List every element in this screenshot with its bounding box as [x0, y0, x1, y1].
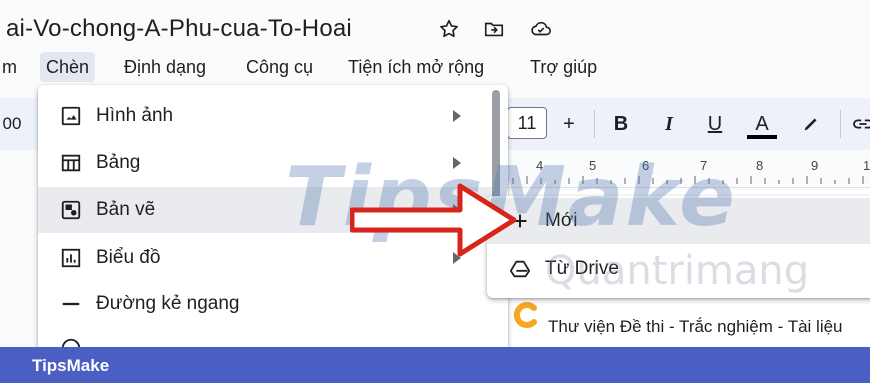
horizontal-line-icon — [62, 302, 80, 306]
footer-banner: TipsMake — [0, 347, 870, 383]
menu-item-label: Bảng — [96, 152, 141, 173]
underline-button[interactable]: U — [702, 109, 728, 139]
menu-item-label: Đường kẻ ngang — [96, 293, 240, 314]
star-icon[interactable] — [438, 18, 460, 40]
google-drive-icon — [509, 260, 531, 278]
menu-item-tools[interactable]: Công cụ — [240, 52, 319, 82]
menu-item-label: Hình ảnh — [96, 105, 174, 126]
google-docs-window: ai-Vo-chong-A-Phu-cua-To-Hoai m Chèn Địn… — [0, 0, 870, 347]
emoji-icon — [61, 338, 81, 347]
text-color-swatch — [747, 135, 777, 139]
menu-item-label: Biểu đồ — [96, 247, 161, 268]
drawing-icon — [61, 200, 81, 220]
chart-icon — [61, 248, 81, 268]
menu-item-format[interactable]: Định dạng — [118, 52, 212, 82]
cloud-status-icon[interactable] — [530, 18, 552, 40]
toolbar-divider — [840, 110, 841, 138]
menu-item-extensions[interactable]: Tiện ích mở rộng — [342, 52, 490, 82]
move-to-folder-icon[interactable] — [483, 18, 505, 40]
document-title[interactable]: ai-Vo-chong-A-Phu-cua-To-Hoai — [6, 15, 352, 43]
submenu-arrow-icon — [453, 110, 461, 122]
insert-menu-item-horizontal-line[interactable]: Đường kẻ ngang — [38, 281, 493, 327]
site-logo-icon — [513, 302, 537, 328]
menu-item-label: Bản vẽ — [96, 199, 156, 220]
increase-font-size-button[interactable]: + — [556, 109, 582, 139]
font-size-input[interactable]: 11 — [507, 107, 547, 139]
ruler-number: 8 — [756, 158, 764, 173]
menu-item-insert[interactable]: Chèn — [40, 52, 96, 82]
link-icon[interactable] — [852, 115, 870, 133]
zoom-select[interactable]: 00 — [0, 109, 24, 139]
bold-button[interactable]: B — [608, 109, 634, 139]
menu-item-help[interactable]: Trợ giúp — [524, 52, 603, 82]
image-icon — [61, 106, 81, 126]
quantrimang-watermark: Quantrimang — [545, 248, 810, 294]
insert-menu-item-image[interactable]: Hình ảnh — [38, 93, 493, 139]
ruler-number: 1 — [863, 158, 870, 173]
menu-bar: m Chèn Định dạng Công cụ Tiện ích mở rộn… — [0, 52, 870, 82]
highlight-pen-icon[interactable] — [800, 113, 822, 135]
menu-item-partial[interactable]: m — [0, 52, 23, 82]
ruler-number: 9 — [811, 158, 819, 173]
red-pointer-arrow-icon — [350, 183, 517, 257]
italic-button[interactable]: I — [656, 109, 682, 139]
document-text-line: Thư viện Đề thi - Trắc nghiệm - Tài liệu — [548, 317, 843, 336]
footer-brand-label: TipsMake — [32, 356, 110, 375]
table-icon — [61, 154, 81, 172]
toolbar-divider — [594, 110, 595, 138]
